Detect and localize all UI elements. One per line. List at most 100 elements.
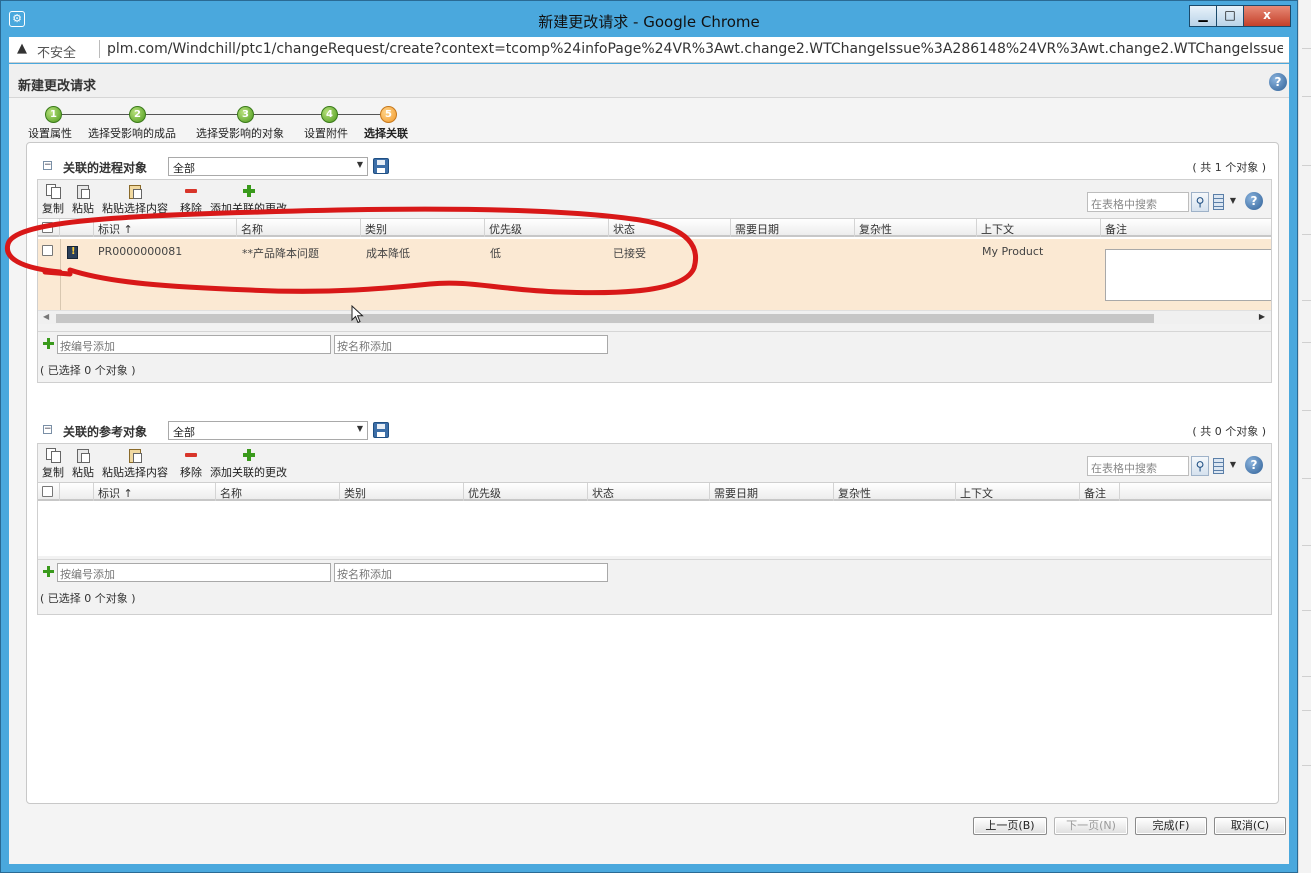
horizontal-scrollbar[interactable]: ◀ ▶ bbox=[38, 310, 1271, 324]
table-search-input[interactable]: 在表格中搜索 bbox=[1087, 456, 1189, 476]
paste-button[interactable]: 粘贴 bbox=[72, 184, 94, 216]
chevron-down-icon[interactable]: ▼ bbox=[1230, 460, 1236, 469]
close-button[interactable]: x bbox=[1243, 5, 1291, 27]
paste-selection-button[interactable]: 粘贴选择内容 bbox=[102, 448, 168, 480]
paste-button[interactable]: 粘贴 bbox=[72, 448, 94, 480]
add-row: 按编号添加 按名称添加 bbox=[38, 559, 1271, 583]
title-bar[interactable]: ⚙ 新建更改请求 - Google Chrome ▁ □ x bbox=[1, 1, 1297, 37]
filter-select[interactable]: 全部 ▼ bbox=[168, 157, 368, 176]
finish-button[interactable]: 完成(F) bbox=[1135, 817, 1207, 835]
save-view-icon[interactable] bbox=[373, 422, 389, 438]
remove-button[interactable]: 移除 bbox=[180, 448, 202, 480]
add-change-button[interactable]: 添加关联的更改 bbox=[210, 448, 287, 480]
column-header-category[interactable]: 类别 bbox=[361, 219, 485, 237]
column-header-priority[interactable]: 优先级 bbox=[464, 483, 588, 501]
selected-count: ( 已选择 0 个对象 ) bbox=[40, 364, 136, 377]
column-header-complexity[interactable]: 复杂性 bbox=[834, 483, 956, 501]
column-header-context[interactable]: 上下文 bbox=[977, 219, 1101, 237]
cell-context: My Product bbox=[982, 245, 1044, 258]
column-header-name[interactable]: 名称 bbox=[216, 483, 340, 501]
wizard-content: − 关联的进程对象 全部 ▼ ( 共 1 个对象 ) 复制 粘贴 粘贴选择内容 … bbox=[26, 142, 1279, 804]
paste-label: 粘贴 bbox=[72, 466, 94, 479]
maximize-button[interactable]: □ bbox=[1216, 5, 1244, 27]
select-all-checkbox[interactable] bbox=[42, 222, 53, 233]
section-header: − 关联的进程对象 全部 ▼ ( 共 1 个对象 ) bbox=[37, 155, 1272, 179]
save-view-icon[interactable] bbox=[373, 158, 389, 174]
column-header-need-date[interactable]: 需要日期 bbox=[731, 219, 855, 237]
column-header-status[interactable]: 状态 bbox=[609, 219, 731, 237]
step-4-label[interactable]: 设置附件 bbox=[304, 125, 348, 141]
search-icon[interactable]: ⚲ bbox=[1191, 192, 1209, 212]
chevron-down-icon[interactable]: ▼ bbox=[1230, 196, 1236, 205]
column-chooser-icon[interactable] bbox=[1213, 458, 1224, 474]
filter-select[interactable]: 全部 ▼ bbox=[168, 421, 368, 440]
column-header-name[interactable]: 名称 bbox=[237, 219, 361, 237]
warning-icon[interactable]: ▲ bbox=[17, 41, 27, 56]
add-icon[interactable] bbox=[43, 566, 54, 577]
cell-id[interactable]: PR0000000081 bbox=[98, 245, 182, 258]
scroll-left-icon[interactable]: ◀ bbox=[43, 312, 49, 321]
paste-selection-icon bbox=[128, 184, 142, 199]
row-checkbox[interactable] bbox=[42, 245, 53, 256]
url-text[interactable]: plm.com/Windchill/ptc1/changeRequest/cre… bbox=[107, 41, 1283, 57]
copy-button[interactable]: 复制 bbox=[42, 184, 64, 216]
step-3-label[interactable]: 选择受影响的对象 bbox=[196, 125, 284, 141]
column-header-note[interactable]: 备注 bbox=[1080, 483, 1120, 501]
paste-icon bbox=[76, 184, 90, 199]
note-textarea[interactable] bbox=[1105, 249, 1271, 301]
minimize-button[interactable]: ▁ bbox=[1189, 5, 1217, 27]
copy-label: 复制 bbox=[42, 202, 64, 215]
column-header-complexity[interactable]: 复杂性 bbox=[855, 219, 977, 237]
help-icon[interactable]: ? bbox=[1269, 73, 1287, 91]
search-icon[interactable]: ⚲ bbox=[1191, 456, 1209, 476]
step-2-label[interactable]: 选择受影响的成品 bbox=[88, 125, 176, 141]
column-header-status[interactable]: 状态 bbox=[588, 483, 710, 501]
remove-icon bbox=[184, 184, 198, 198]
table-row[interactable]: PR0000000081 **产品降本问题 成本降低 低 已接受 My Prod… bbox=[38, 239, 1271, 310]
step-5-label[interactable]: 选择关联 bbox=[364, 125, 408, 141]
add-by-number-input[interactable]: 按编号添加 bbox=[57, 335, 331, 354]
add-change-button[interactable]: 添加关联的更改 bbox=[210, 184, 287, 216]
help-icon[interactable]: ? bbox=[1245, 192, 1263, 210]
collapse-icon[interactable]: − bbox=[43, 425, 52, 434]
window-title: 新建更改请求 - Google Chrome bbox=[538, 13, 760, 31]
help-icon[interactable]: ? bbox=[1245, 456, 1263, 474]
address-bar[interactable]: ▲ 不安全 plm.com/Windchill/ptc1/changeReque… bbox=[9, 37, 1289, 63]
cell-status: 已接受 bbox=[613, 247, 646, 260]
paste-selection-label: 粘贴选择内容 bbox=[102, 202, 168, 215]
add-by-name-input[interactable]: 按名称添加 bbox=[334, 563, 608, 582]
insecure-label[interactable]: 不安全 bbox=[37, 42, 76, 61]
step-3-indicator[interactable]: 3 bbox=[237, 106, 254, 123]
column-header-context[interactable]: 上下文 bbox=[956, 483, 1080, 501]
remove-button[interactable]: 移除 bbox=[180, 184, 202, 216]
column-header-priority[interactable]: 优先级 bbox=[485, 219, 609, 237]
previous-button[interactable]: 上一页(B) bbox=[973, 817, 1047, 835]
column-chooser-icon[interactable] bbox=[1213, 194, 1224, 210]
step-2-indicator[interactable]: 2 bbox=[129, 106, 146, 123]
column-header-id[interactable]: 标识 ↑ bbox=[94, 483, 216, 501]
paste-selection-icon bbox=[128, 448, 142, 463]
filter-value: 全部 bbox=[173, 426, 195, 439]
step-1-label[interactable]: 设置属性 bbox=[28, 125, 72, 141]
cancel-button[interactable]: 取消(C) bbox=[1214, 817, 1286, 835]
table-search-input[interactable]: 在表格中搜索 bbox=[1087, 192, 1189, 212]
step-1-indicator[interactable]: 1 bbox=[45, 106, 62, 123]
column-header-note[interactable]: 备注 bbox=[1101, 219, 1271, 237]
column-header-need-date[interactable]: 需要日期 bbox=[710, 483, 834, 501]
collapse-icon[interactable]: − bbox=[43, 161, 52, 170]
add-icon[interactable] bbox=[43, 338, 54, 349]
page: 新建更改请求 ? 1 2 3 4 5 设置属性 选择受影响的成品 选择受影响的对… bbox=[9, 64, 1289, 864]
scrollbar-thumb[interactable] bbox=[56, 314, 1154, 323]
add-by-number-input[interactable]: 按编号添加 bbox=[57, 563, 331, 582]
column-header-id[interactable]: 标识 ↑ bbox=[94, 219, 237, 237]
add-by-name-input[interactable]: 按名称添加 bbox=[334, 335, 608, 354]
step-4-indicator[interactable]: 4 bbox=[321, 106, 338, 123]
step-5-indicator[interactable]: 5 bbox=[380, 106, 397, 123]
paste-selection-button[interactable]: 粘贴选择内容 bbox=[102, 184, 168, 216]
select-all-checkbox[interactable] bbox=[42, 486, 53, 497]
cell-name[interactable]: **产品降本问题 bbox=[242, 245, 319, 261]
copy-button[interactable]: 复制 bbox=[42, 448, 64, 480]
column-header-category[interactable]: 类别 bbox=[340, 483, 464, 501]
scroll-right-icon[interactable]: ▶ bbox=[1259, 312, 1265, 321]
next-button[interactable]: 下一页(N) bbox=[1054, 817, 1128, 835]
